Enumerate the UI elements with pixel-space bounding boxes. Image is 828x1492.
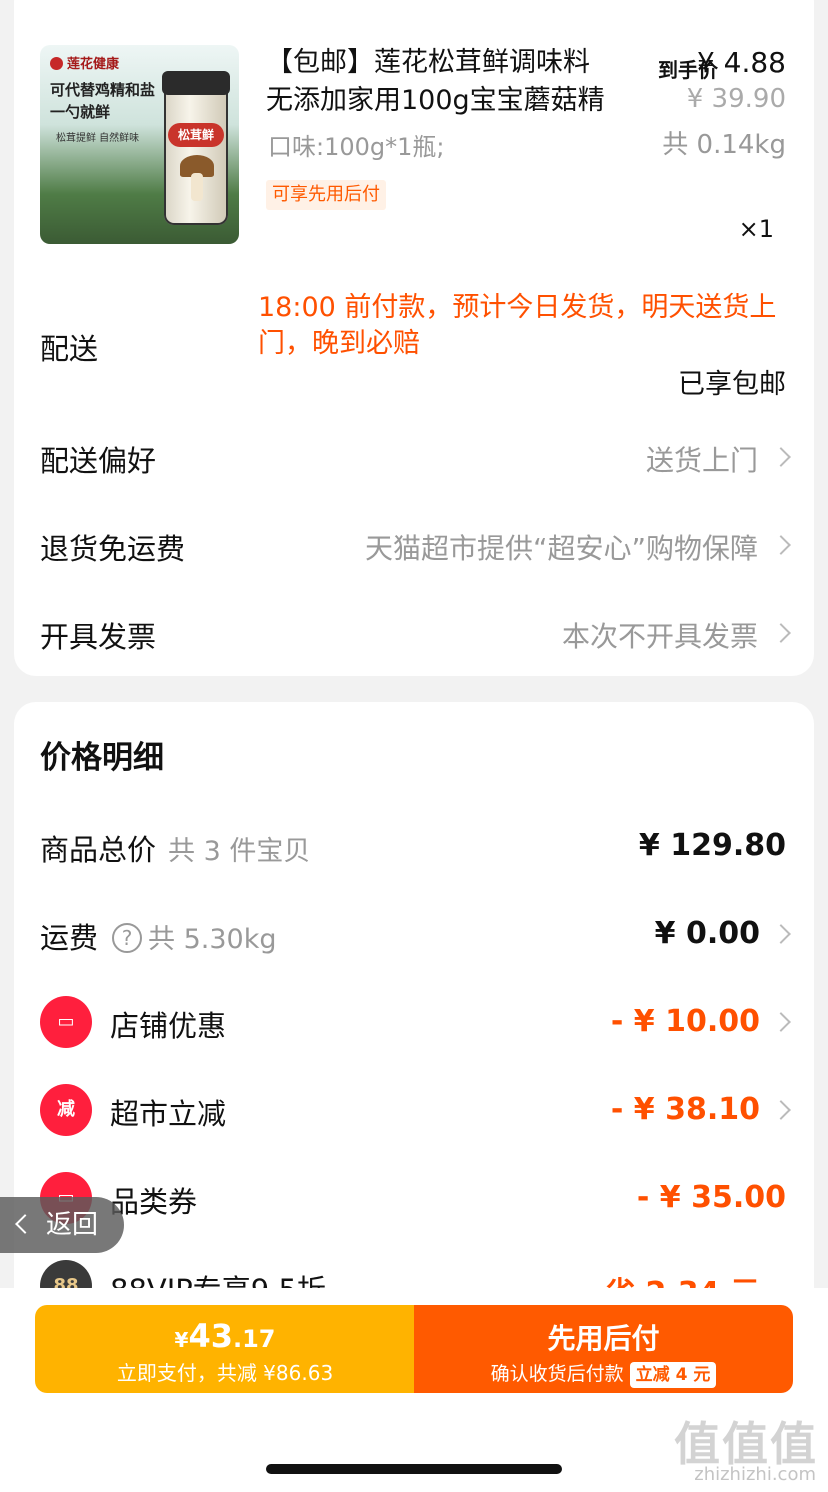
pay-now-subtext: 立即支付，共减 ¥86.63 <box>116 1361 334 1385</box>
back-button[interactable]: 返回 <box>0 1197 124 1253</box>
market-discount-label: 超市立减 <box>110 1097 227 1131</box>
reduce-icon: 减 <box>40 1084 92 1136</box>
watermark-url: zhizhizhi.com <box>694 1464 816 1485</box>
chevron-left-icon <box>15 1214 35 1234</box>
home-indicator[interactable] <box>266 1464 562 1474</box>
subtotal-label: 商品总价共 3 件宝贝 <box>40 833 311 867</box>
market-discount-amount[interactable]: - ¥ 38.10 <box>611 1092 760 1127</box>
pay-later-badge: 立减 4 元 <box>629 1362 717 1388</box>
pay-later-tag: 可享先用后付 <box>266 180 386 210</box>
jar-cap <box>162 71 230 95</box>
back-label: 返回 <box>46 1210 99 1240</box>
freight-weight: 共 5.30kg <box>148 924 277 955</box>
product-quantity: ×1 <box>738 215 774 243</box>
store-discount-label: 店铺优惠 <box>110 1009 227 1043</box>
product-title[interactable]: 【包邮】莲花松茸鲜调味料无添加家用100g宝宝蘑菇精 <box>266 44 606 120</box>
thumb-tagline: 松茸提鲜 自然鲜味 <box>56 133 140 144</box>
freight-label: 运费? 共 5.30kg <box>40 921 277 955</box>
freight-amount[interactable]: ¥ 0.00 <box>655 916 760 951</box>
jar-image <box>164 75 228 225</box>
original-price: ¥ 39.90 <box>686 84 786 114</box>
store-discount-amount[interactable]: - ¥ 10.00 <box>611 1004 760 1039</box>
delivery-preference-label: 配送偏好 <box>40 444 157 478</box>
jar-label: 松茸鲜 <box>168 123 224 147</box>
product-thumbnail[interactable]: 莲花健康 可代替鸡精和盐 一勺就鲜 松茸提鲜 自然鲜味 松茸鲜 <box>40 45 239 244</box>
thumb-brand: 莲花健康 <box>50 53 119 72</box>
product-spec: 口味:100g*1瓶; <box>268 133 445 161</box>
delivery-preference-value[interactable]: 送货上门 <box>646 439 758 479</box>
category-coupon-amount: - ¥ 35.00 <box>636 1180 786 1215</box>
thumb-headline: 可代替鸡精和盐 一勺就鲜 <box>50 81 156 121</box>
free-shipping-status: 已享包邮 <box>678 369 786 400</box>
delivery-label: 配送 <box>40 332 99 366</box>
pay-later-subtext: 确认收货后付款 立减 4 元 <box>414 1359 793 1388</box>
final-price: ¥ 4.88 <box>696 46 786 79</box>
pay-later-title: 先用后付 <box>547 1322 660 1355</box>
pay-later-button[interactable]: 先用后付 确认收货后付款 立减 4 元 <box>414 1305 793 1393</box>
free-return-label: 退货免运费 <box>40 532 186 566</box>
item-count: 共 3 件宝贝 <box>168 836 311 867</box>
price-detail-title: 价格明细 <box>40 740 164 776</box>
free-return-value[interactable]: 天猫超市提供“超安心”购物保障 <box>365 527 758 567</box>
mushroom-stem <box>191 173 203 201</box>
pay-now-button[interactable]: ¥43.17 立即支付，共减 ¥86.63 <box>35 1305 415 1393</box>
subtotal-amount: ¥ 129.80 <box>638 828 786 863</box>
invoice-label: 开具发票 <box>40 620 157 654</box>
ticket-icon: ▭ <box>40 996 92 1048</box>
category-coupon-label: 品类券 <box>110 1185 198 1219</box>
pay-now-amount: ¥43.17 <box>174 1317 276 1355</box>
help-icon[interactable]: ? <box>112 923 143 953</box>
delivery-promise: 18:00 前付款，预计今日发货，明天送货上门，晚到必赔 <box>258 292 777 359</box>
invoice-value[interactable]: 本次不开具发票 <box>562 615 758 655</box>
product-weight: 共 0.14kg <box>662 130 786 160</box>
